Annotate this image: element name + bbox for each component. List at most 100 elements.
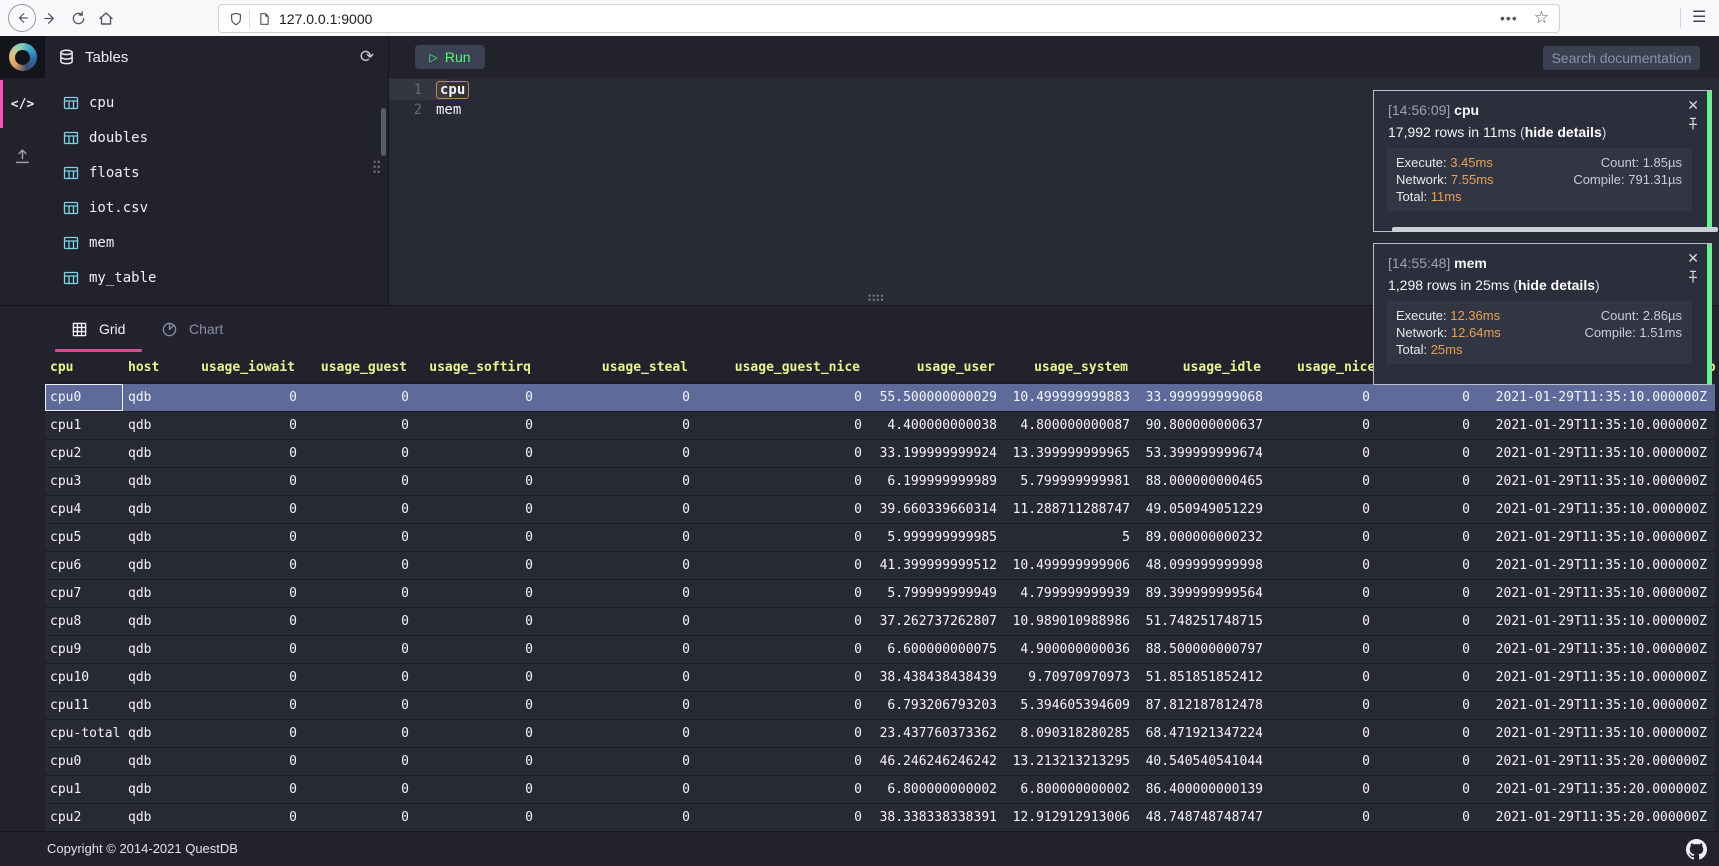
grid-cell[interactable]: 6.800000000002 <box>1005 776 1138 803</box>
grid-cell[interactable]: 37.262737262807 <box>870 608 1005 635</box>
sql-editor-rail-button[interactable]: </> <box>0 88 45 120</box>
grid-cell[interactable]: 0 <box>197 748 305 775</box>
grid-cell[interactable]: cpu10 <box>45 664 123 691</box>
grid-cell[interactable]: qdb <box>123 496 197 523</box>
grid-cell[interactable]: cpu1 <box>45 776 123 803</box>
grid-cell[interactable]: 55.500000000029 <box>870 384 1005 411</box>
grid-cell[interactable]: cpu0 <box>45 748 123 775</box>
grid-cell[interactable]: qdb <box>123 664 197 691</box>
grid-cell[interactable]: 0 <box>698 636 870 663</box>
grid-cell[interactable]: 0 <box>698 776 870 803</box>
grid-cell[interactable]: 0 <box>305 412 417 439</box>
grid-cell[interactable]: 9.70970970973 <box>1005 664 1138 691</box>
grid-cell[interactable]: 0 <box>305 468 417 495</box>
grid-cell[interactable]: 53.399999999674 <box>1138 440 1271 467</box>
grid-cell[interactable]: 0 <box>541 804 698 831</box>
grid-cell[interactable]: 0 <box>1271 748 1378 775</box>
grid-cell[interactable]: 0 <box>417 496 541 523</box>
grid-cell[interactable]: 5.799999999981 <box>1005 468 1138 495</box>
table-row[interactable]: cpu4qdb0000039.66033966031411.2887112887… <box>45 495 1715 523</box>
grid-cell[interactable]: 0 <box>698 608 870 635</box>
results-splitter-handle[interactable]: •••••••• <box>868 294 885 302</box>
table-row[interactable]: cpu-totalqdb0000023.4377603733628.090318… <box>45 719 1715 747</box>
grid-cell[interactable]: 0 <box>417 440 541 467</box>
grid-cell[interactable]: 0 <box>541 440 698 467</box>
table-row[interactable]: cpu8qdb0000037.26273726280710.9890109889… <box>45 607 1715 635</box>
grid-cell[interactable]: 0 <box>197 496 305 523</box>
sidebar-scrollbar[interactable] <box>381 108 386 156</box>
grid-cell[interactable]: 2021-01-29T11:35:10.000000Z <box>1478 552 1715 579</box>
grid-cell[interactable]: 0 <box>305 776 417 803</box>
grid-cell[interactable]: 46.246246246242 <box>870 748 1005 775</box>
grid-cell[interactable]: 0 <box>197 468 305 495</box>
grid-cell[interactable]: 0 <box>197 524 305 551</box>
grid-cell[interactable]: 0 <box>417 664 541 691</box>
grid-cell[interactable]: 5.394605394609 <box>1005 692 1138 719</box>
grid-cell[interactable]: 0 <box>541 412 698 439</box>
grid-cell[interactable]: 0 <box>417 692 541 719</box>
forward-button[interactable] <box>38 6 62 30</box>
grid-cell[interactable]: 0 <box>305 524 417 551</box>
grid-cell[interactable]: 0 <box>197 692 305 719</box>
grid-cell[interactable]: 0 <box>698 384 870 411</box>
grid-cell[interactable]: 0 <box>1378 468 1478 495</box>
grid-cell[interactable]: qdb <box>123 692 197 719</box>
grid-cell[interactable]: 0 <box>698 664 870 691</box>
grid-cell[interactable]: 0 <box>541 692 698 719</box>
grid-cell[interactable]: 51.851851852412 <box>1138 664 1271 691</box>
grid-cell[interactable]: 0 <box>305 580 417 607</box>
grid-cell[interactable]: 90.800000000637 <box>1138 412 1271 439</box>
page-info-icon[interactable] <box>258 12 271 26</box>
grid-cell[interactable]: cpu6 <box>45 552 123 579</box>
grid-cell[interactable]: 0 <box>541 608 698 635</box>
grid-cell[interactable]: qdb <box>123 720 197 747</box>
grid-cell[interactable]: 0 <box>1271 440 1378 467</box>
sidebar-table-doubles[interactable]: doubles <box>45 120 388 155</box>
grid-cell[interactable]: 0 <box>1271 720 1378 747</box>
grid-cell[interactable]: 0 <box>698 720 870 747</box>
grid-cell[interactable]: 0 <box>1271 384 1378 411</box>
grid-cell[interactable]: 0 <box>305 804 417 831</box>
grid-cell[interactable]: 0 <box>417 776 541 803</box>
grid-cell[interactable]: qdb <box>123 468 197 495</box>
grid-cell[interactable]: cpu4 <box>45 496 123 523</box>
tab-chart[interactable]: Chart <box>162 306 223 352</box>
grid-cell[interactable]: 11.288711288747 <box>1005 496 1138 523</box>
grid-cell[interactable]: 2021-01-29T11:35:10.000000Z <box>1478 384 1715 411</box>
grid-cell[interactable]: 0 <box>417 468 541 495</box>
grid-cell[interactable]: qdb <box>123 524 197 551</box>
grid-cell[interactable]: 0 <box>1378 552 1478 579</box>
grid-cell[interactable]: 0 <box>698 468 870 495</box>
grid-cell[interactable]: 0 <box>305 552 417 579</box>
grid-cell[interactable]: cpu1 <box>45 412 123 439</box>
bookmark-star-icon[interactable]: ☆ <box>1534 8 1549 28</box>
grid-cell[interactable]: 33.999999999068 <box>1138 384 1271 411</box>
grid-cell[interactable]: 38.338338338391 <box>870 804 1005 831</box>
grid-cell[interactable]: 0 <box>1271 580 1378 607</box>
grid-cell[interactable]: 0 <box>1271 608 1378 635</box>
grid-cell[interactable]: 33.199999999924 <box>870 440 1005 467</box>
grid-cell[interactable]: 2021-01-29T11:35:10.000000Z <box>1478 636 1715 663</box>
grid-cell[interactable]: 5 <box>1005 524 1138 551</box>
grid-cell[interactable]: 86.400000000139 <box>1138 776 1271 803</box>
grid-cell[interactable]: 0 <box>417 552 541 579</box>
pin-icon[interactable] <box>1687 117 1699 130</box>
grid-cell[interactable]: 88.500000000797 <box>1138 636 1271 663</box>
hide-details-toggle[interactable]: hide details <box>1525 124 1602 140</box>
grid-cell[interactable]: 0 <box>1378 384 1478 411</box>
tab-grid[interactable]: Grid <box>72 306 125 352</box>
grid-cell[interactable]: 0 <box>698 692 870 719</box>
grid-cell[interactable]: 0 <box>1271 468 1378 495</box>
grid-cell[interactable]: 0 <box>305 440 417 467</box>
table-row[interactable]: cpu10qdb0000038.4384384384399.7097097097… <box>45 663 1715 691</box>
grid-cell[interactable]: cpu3 <box>45 468 123 495</box>
grid-cell[interactable]: 0 <box>541 384 698 411</box>
page-actions-icon[interactable]: ••• <box>1500 10 1518 26</box>
grid-cell[interactable]: 0 <box>1271 636 1378 663</box>
grid-cell[interactable]: 0 <box>197 804 305 831</box>
grid-cell[interactable]: cpu9 <box>45 636 123 663</box>
grid-cell[interactable]: 0 <box>1378 636 1478 663</box>
grid-cell[interactable]: 0 <box>197 552 305 579</box>
grid-cell[interactable]: 2021-01-29T11:35:10.000000Z <box>1478 412 1715 439</box>
grid-cell[interactable]: cpu2 <box>45 804 123 831</box>
